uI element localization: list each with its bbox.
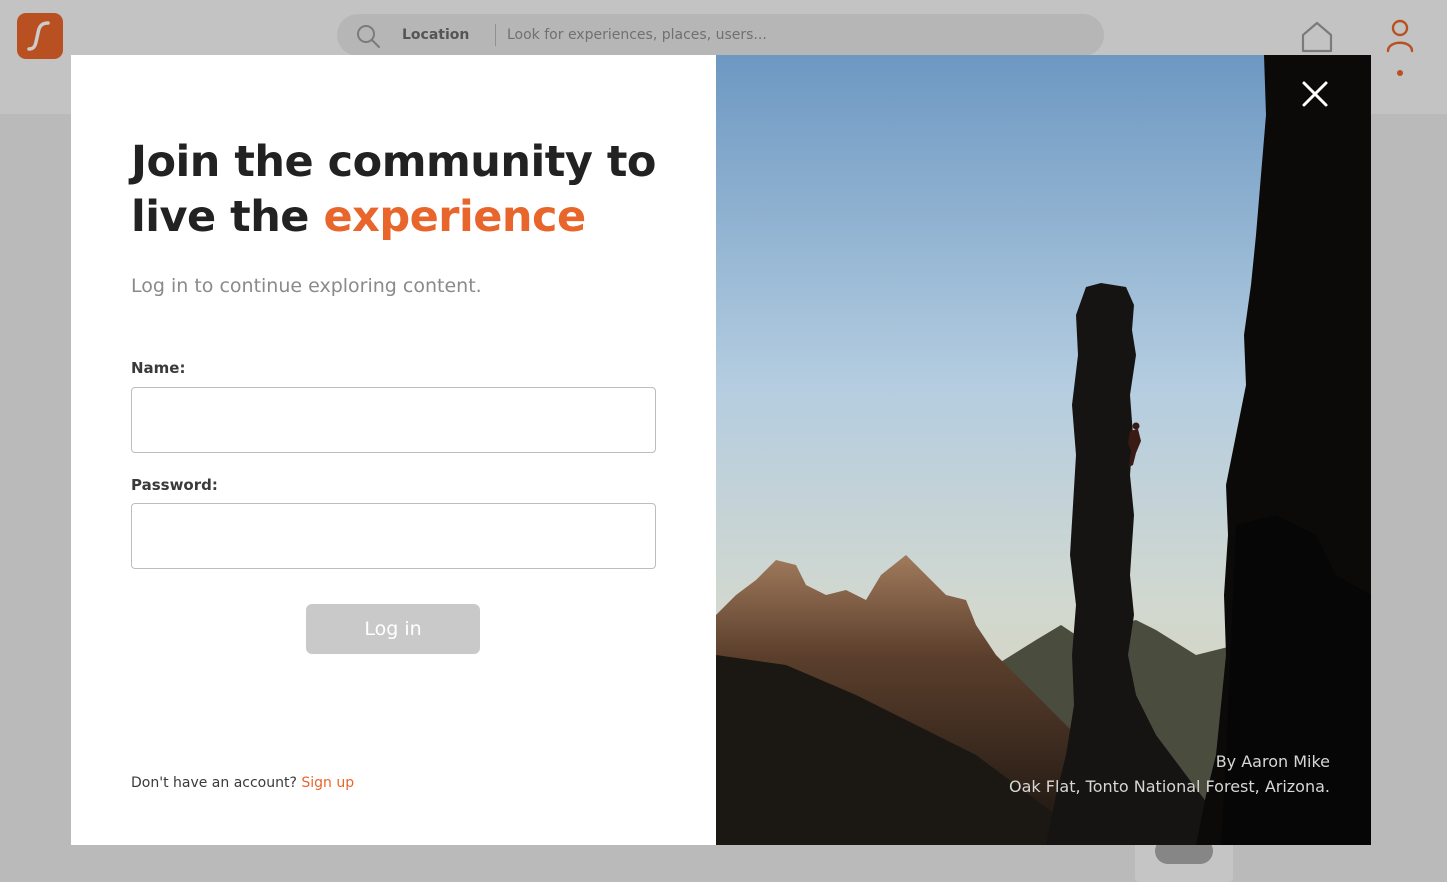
login-modal: Join the community to live the experienc… xyxy=(71,55,1371,845)
close-icon[interactable] xyxy=(1298,77,1332,111)
name-field[interactable] xyxy=(131,387,656,453)
signup-prompt: Don't have an account? xyxy=(131,775,297,791)
password-label: Password: xyxy=(131,476,218,494)
photo-credit-location: Oak Flat, Tonto National Forest, Arizona… xyxy=(1009,777,1330,796)
modal-subtitle: Log in to continue exploring content. xyxy=(131,275,482,297)
name-label: Name: xyxy=(131,359,186,377)
password-field[interactable] xyxy=(131,503,656,569)
title-accent-text: experience xyxy=(323,192,586,242)
modal-title: Join the community to live the experienc… xyxy=(131,135,691,245)
page: Location Join the community to live the … xyxy=(0,0,1447,882)
signup-row: Don't have an account? Sign up xyxy=(131,775,354,791)
photo-panel: By Aaron Mike Oak Flat, Tonto National F… xyxy=(716,55,1371,845)
photo-credit-author: By Aaron Mike xyxy=(1215,752,1330,771)
login-form-panel: Join the community to live the experienc… xyxy=(71,55,716,845)
login-button[interactable]: Log in xyxy=(306,604,480,654)
climber-photo xyxy=(716,55,1371,845)
signup-link[interactable]: Sign up xyxy=(301,775,354,791)
